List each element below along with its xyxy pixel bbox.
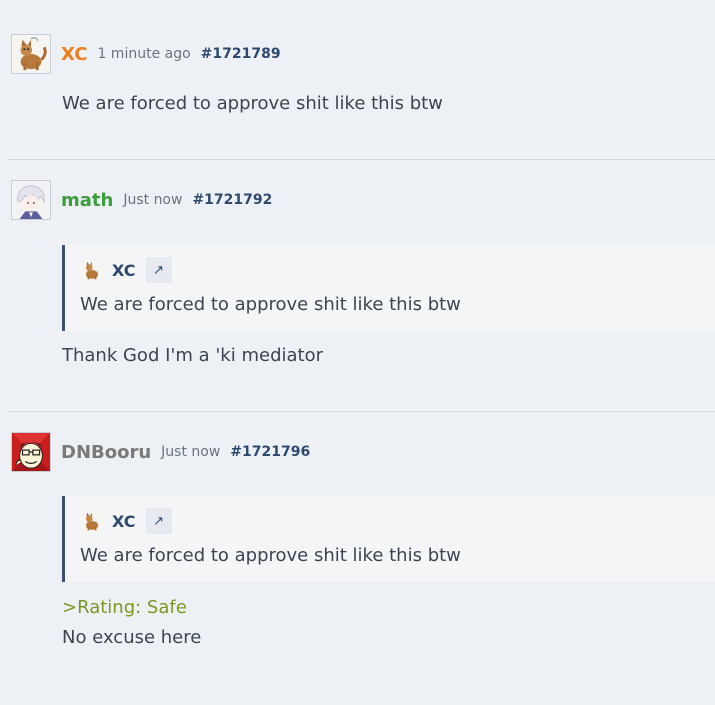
- arrow-up-right-icon[interactable]: ↗: [145, 257, 172, 283]
- post-timestamp: Just now: [161, 444, 221, 460]
- cat-avatar-icon[interactable]: [81, 259, 103, 281]
- post-body: Thank God I'm a 'ki mediator: [62, 345, 323, 366]
- quote-username[interactable]: XC: [112, 512, 136, 531]
- cartoon-face-avatar-icon[interactable]: [11, 432, 51, 472]
- cat-avatar-icon[interactable]: [81, 510, 103, 532]
- quote-header: XC ↗: [81, 257, 172, 283]
- cat-avatar-icon[interactable]: [11, 34, 51, 74]
- quote-text: We are forced to approve shit like this …: [80, 294, 461, 315]
- greentext-line: >Rating: Safe: [62, 597, 187, 618]
- anime-character-avatar-icon[interactable]: [11, 180, 51, 220]
- post-timestamp: 1 minute ago: [97, 46, 191, 62]
- post-header: math Just now #1721792: [11, 180, 272, 220]
- quote-header: XC ↗: [81, 508, 172, 534]
- quoted-comment: XC ↗ We are forced to approve shit like …: [62, 496, 715, 582]
- post-divider: [7, 159, 715, 160]
- post-header: XC 1 minute ago #1721789: [11, 34, 281, 74]
- post-body: No excuse here: [62, 627, 202, 648]
- post-body: We are forced to approve shit like this …: [62, 93, 443, 114]
- username[interactable]: math: [61, 190, 113, 211]
- post-timestamp: Just now: [123, 192, 183, 208]
- post-id-link[interactable]: #1721789: [201, 46, 281, 62]
- post-id-link[interactable]: #1721796: [230, 444, 310, 460]
- post-id-link[interactable]: #1721792: [192, 192, 272, 208]
- quote-text: We are forced to approve shit like this …: [80, 545, 461, 566]
- arrow-up-right-icon[interactable]: ↗: [145, 508, 172, 534]
- quoted-comment: XC ↗ We are forced to approve shit like …: [62, 245, 715, 331]
- post-header: DNBooru Just now #1721796: [11, 432, 310, 472]
- post-divider: [7, 411, 715, 412]
- quote-username[interactable]: XC: [112, 261, 136, 280]
- username[interactable]: DNBooru: [61, 442, 151, 463]
- username[interactable]: XC: [61, 44, 87, 65]
